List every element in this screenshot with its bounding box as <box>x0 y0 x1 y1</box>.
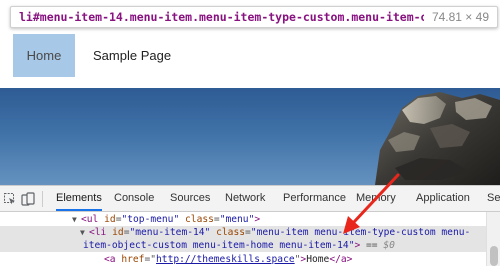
tab-application[interactable]: Application <box>416 186 470 211</box>
tooltip-dimensions: 74.81 × 49 <box>431 10 489 24</box>
tab-memory[interactable]: Memory <box>356 186 396 211</box>
tab-security[interactable]: Se <box>487 186 500 211</box>
hero-image <box>0 88 500 185</box>
expand-triangle-icon[interactable]: ▼ <box>80 226 89 239</box>
tab-performance[interactable]: Performance <box>283 186 346 211</box>
href-link[interactable]: http://themeskills.space <box>156 254 295 265</box>
website-viewport: Home Sample Page li#menu-item-14.menu-it… <box>0 0 500 185</box>
devtools-panel: Elements Console Sources Network Perform… <box>0 185 500 266</box>
scrollbar-thumb[interactable] <box>490 246 498 266</box>
dom-node-li-selected[interactable]: ▼ <li id="menu-item-14" class="menu-item … <box>0 226 500 239</box>
tab-console[interactable]: Console <box>114 186 154 211</box>
page: Home Sample Page li#menu-item-14.menu-it… <box>0 0 500 266</box>
device-toolbar-icon[interactable] <box>20 191 36 207</box>
tabbar-separator <box>42 191 43 207</box>
rock-image <box>375 92 500 185</box>
tab-network[interactable]: Network <box>225 186 265 211</box>
menu-item-home[interactable]: Home <box>13 34 75 77</box>
dom-node-a[interactable]: <a href="http://themeskills.space">Home<… <box>0 253 500 266</box>
expand-triangle-icon[interactable]: ▼ <box>72 213 81 226</box>
tab-elements[interactable]: Elements <box>56 186 102 211</box>
inspect-element-icon[interactable] <box>2 191 18 207</box>
dom-node-ul[interactable]: ▼ <ul id="top-menu" class="menu"> <box>0 213 500 226</box>
element-inspector-tooltip: li#menu-item-14.menu-item.menu-item-type… <box>10 6 498 28</box>
menu-item-home-label: Home <box>26 48 62 63</box>
tooltip-selector: li#menu-item-14.menu-item.menu-item-type… <box>19 10 424 24</box>
elements-dom-tree: ▼ <ul id="top-menu" class="menu"> ▼ <li id… <box>0 212 500 266</box>
devtools-tabbar: Elements Console Sources Network Perform… <box>0 186 500 212</box>
tab-sources[interactable]: Sources <box>170 186 210 211</box>
dom-tree-scrollbar[interactable] <box>486 212 500 266</box>
menu-item-sample-page[interactable]: Sample Page <box>93 34 171 77</box>
dom-node-li-selected-cont[interactable]: item-object-custom menu-item-home menu-i… <box>0 239 500 252</box>
site-menu: Home Sample Page <box>0 34 500 78</box>
menu-item-sample-page-label: Sample Page <box>93 48 172 63</box>
